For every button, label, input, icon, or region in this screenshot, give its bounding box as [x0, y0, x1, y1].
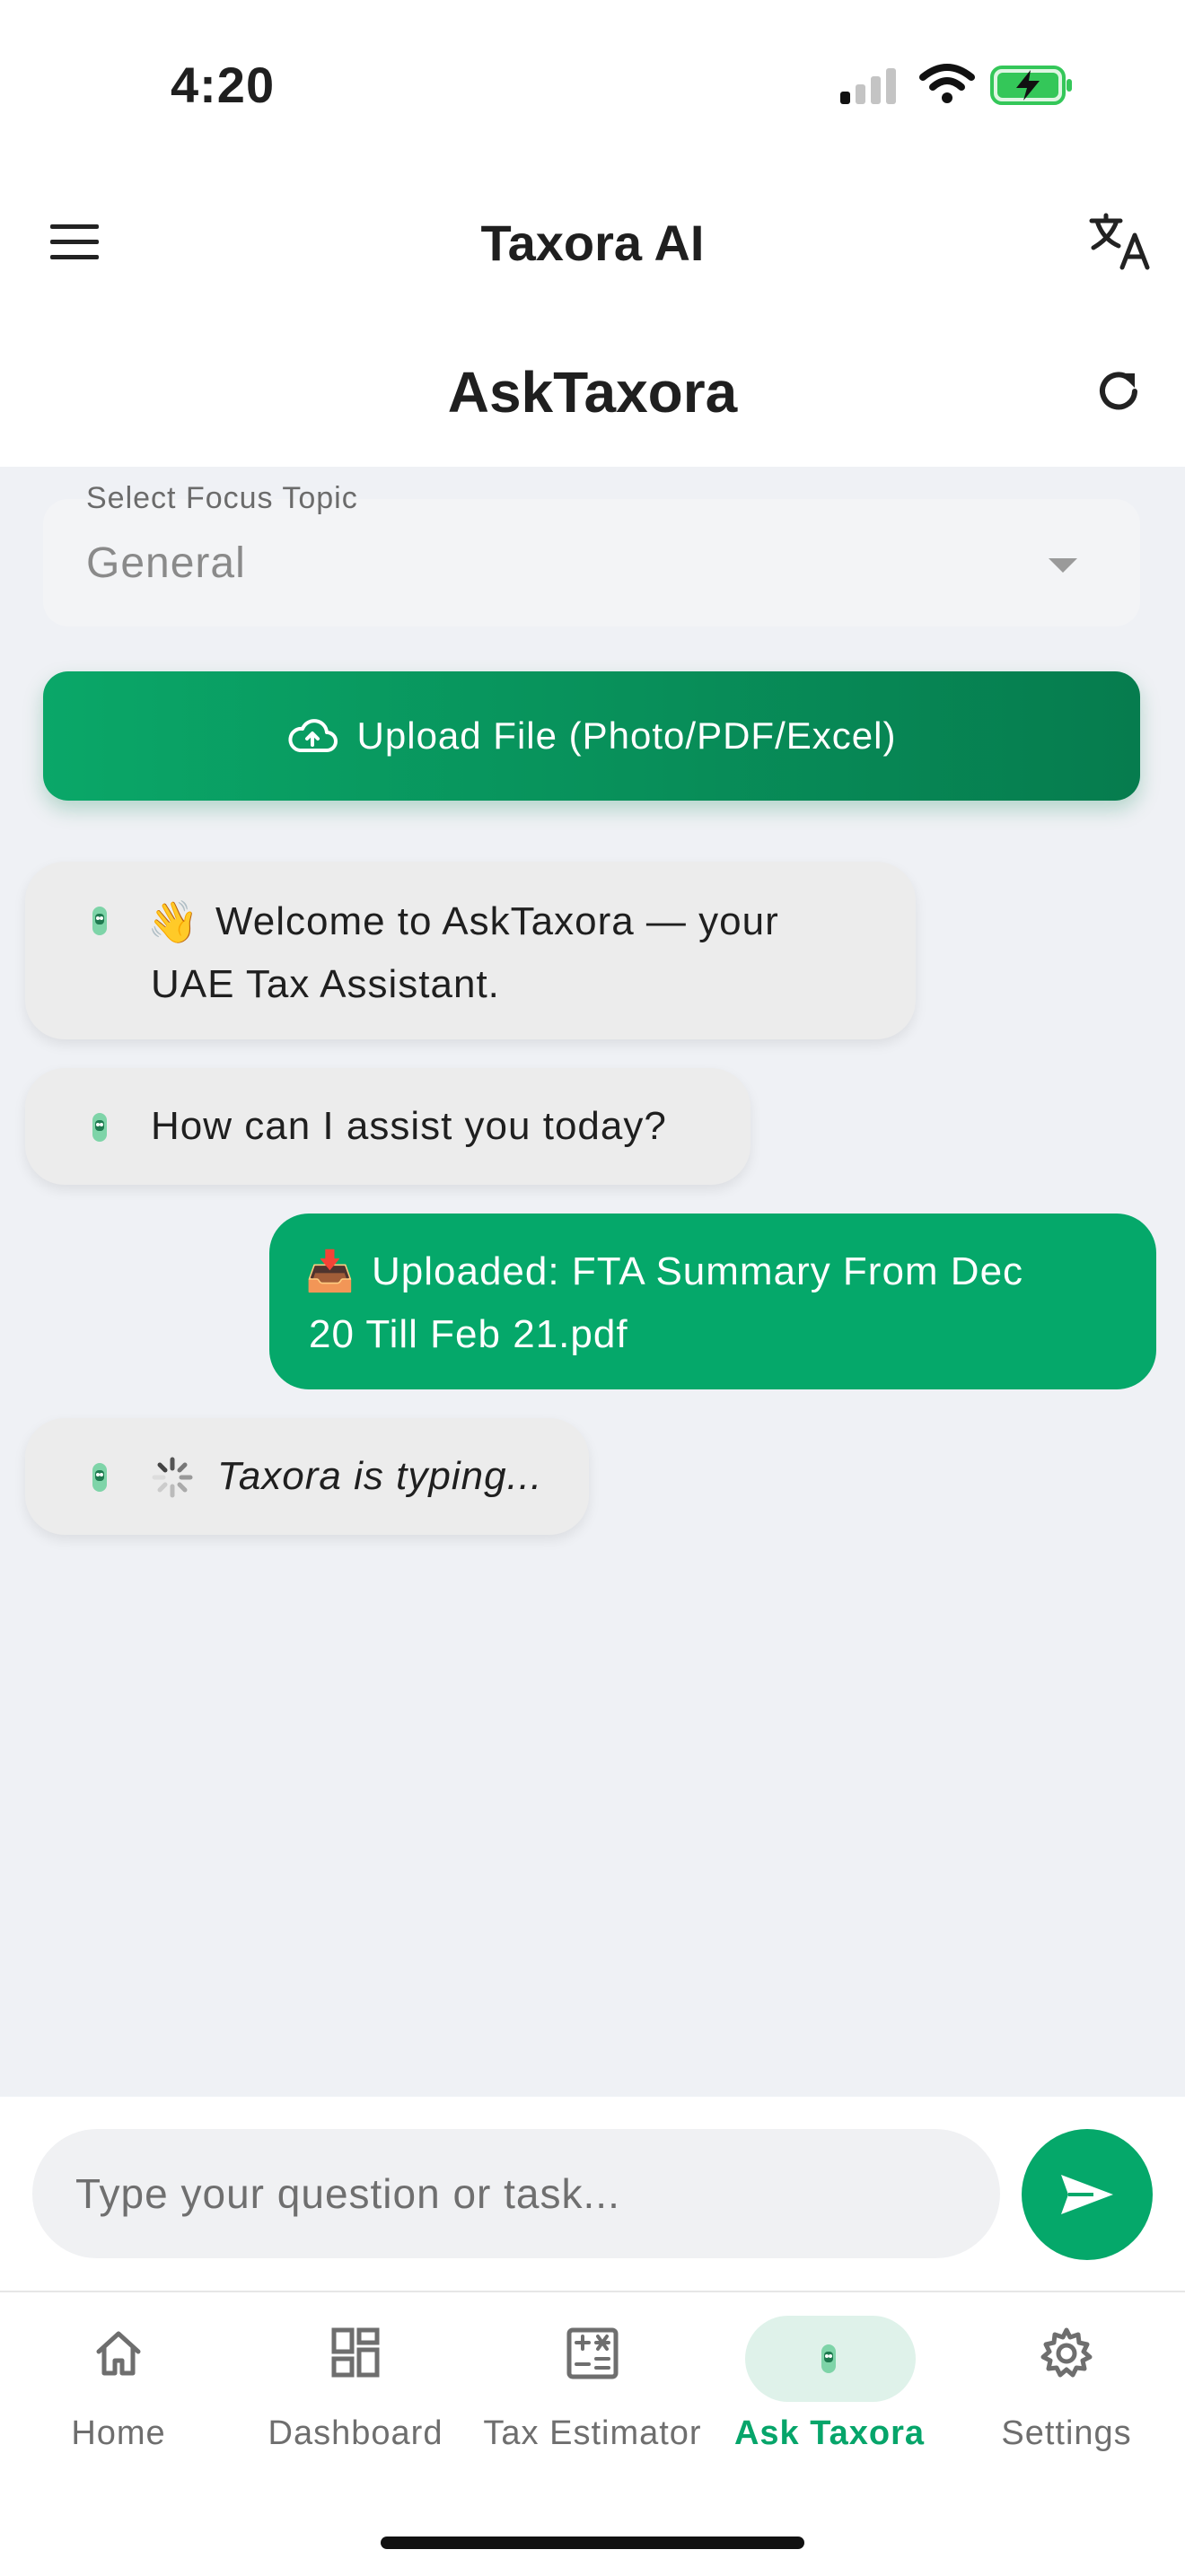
calculator-icon — [566, 2327, 619, 2379]
bot-icon — [92, 1463, 107, 1492]
home-icon — [96, 2331, 141, 2376]
nav-label: Home — [71, 2414, 166, 2452]
user-message: 📥 Uploaded: FTA Summary From Dec 20 Till… — [269, 1214, 1156, 1389]
dashboard-icon — [331, 2327, 380, 2378]
dropdown-caret-icon[interactable] — [1049, 558, 1077, 573]
upload-file-label: Upload File (Photo/PDF/Excel) — [356, 714, 897, 757]
nav-label: Settings — [1001, 2414, 1132, 2452]
nav-label: Dashboard — [268, 2414, 443, 2452]
upload-file-button[interactable]: Upload File (Photo/PDF/Excel) — [43, 671, 1140, 801]
bot-message: 👋 Welcome to AskTaxora — your UAE Tax As… — [25, 862, 916, 1039]
send-icon — [1061, 2175, 1113, 2214]
message-text: 20 Till Feb 21.pdf — [309, 1312, 628, 1356]
typing-text: Taxora is typing... — [217, 1454, 543, 1498]
message-text: How can I assist you today? — [151, 1104, 667, 1148]
bot-icon — [92, 1113, 107, 1142]
page-title: AskTaxora — [447, 360, 738, 425]
refresh-icon[interactable] — [1093, 366, 1144, 421]
bot-message: How can I assist you today? — [25, 1068, 750, 1185]
question-input[interactable] — [32, 2129, 1000, 2258]
spinner-icon — [152, 1457, 193, 1498]
focus-topic-label: Select Focus Topic — [86, 481, 358, 515]
waving-hand-emoji: 👋 — [147, 898, 199, 945]
bot-icon — [821, 2344, 836, 2373]
translate-icon[interactable] — [1088, 212, 1151, 276]
nav-item-ask-taxora[interactable]: Ask Taxora — [711, 2316, 948, 2468]
signal-icon — [838, 66, 900, 109]
message-text: UAE Tax Assistant. — [151, 962, 500, 1006]
cloud-upload-icon — [288, 719, 338, 752]
nav-item-tax-estimator[interactable]: Tax Estimator — [474, 2316, 711, 2468]
send-button[interactable] — [1022, 2129, 1153, 2260]
bot-icon — [92, 907, 107, 935]
typing-indicator: Taxora is typing... — [25, 1418, 589, 1535]
nav-label: Tax Estimator — [483, 2414, 702, 2452]
focus-topic-value[interactable]: General — [86, 539, 246, 588]
nav-item-settings[interactable]: Settings — [948, 2316, 1185, 2468]
message-text: Welcome to AskTaxora — your — [215, 899, 779, 943]
wifi-icon — [919, 63, 975, 109]
gear-icon — [1040, 2327, 1093, 2378]
nav-item-dashboard[interactable]: Dashboard — [237, 2316, 474, 2468]
app-title: Taxora AI — [480, 215, 705, 271]
inbox-tray-emoji: 📥 — [305, 1249, 355, 1293]
battery-charging-icon — [989, 65, 1075, 110]
home-indicator — [381, 2537, 804, 2549]
message-text: Uploaded: FTA Summary From Dec — [372, 1249, 1024, 1293]
status-time: 4:20 — [171, 57, 276, 113]
nav-label: Ask Taxora — [733, 2414, 926, 2452]
nav-item-home[interactable]: Home — [0, 2316, 237, 2468]
